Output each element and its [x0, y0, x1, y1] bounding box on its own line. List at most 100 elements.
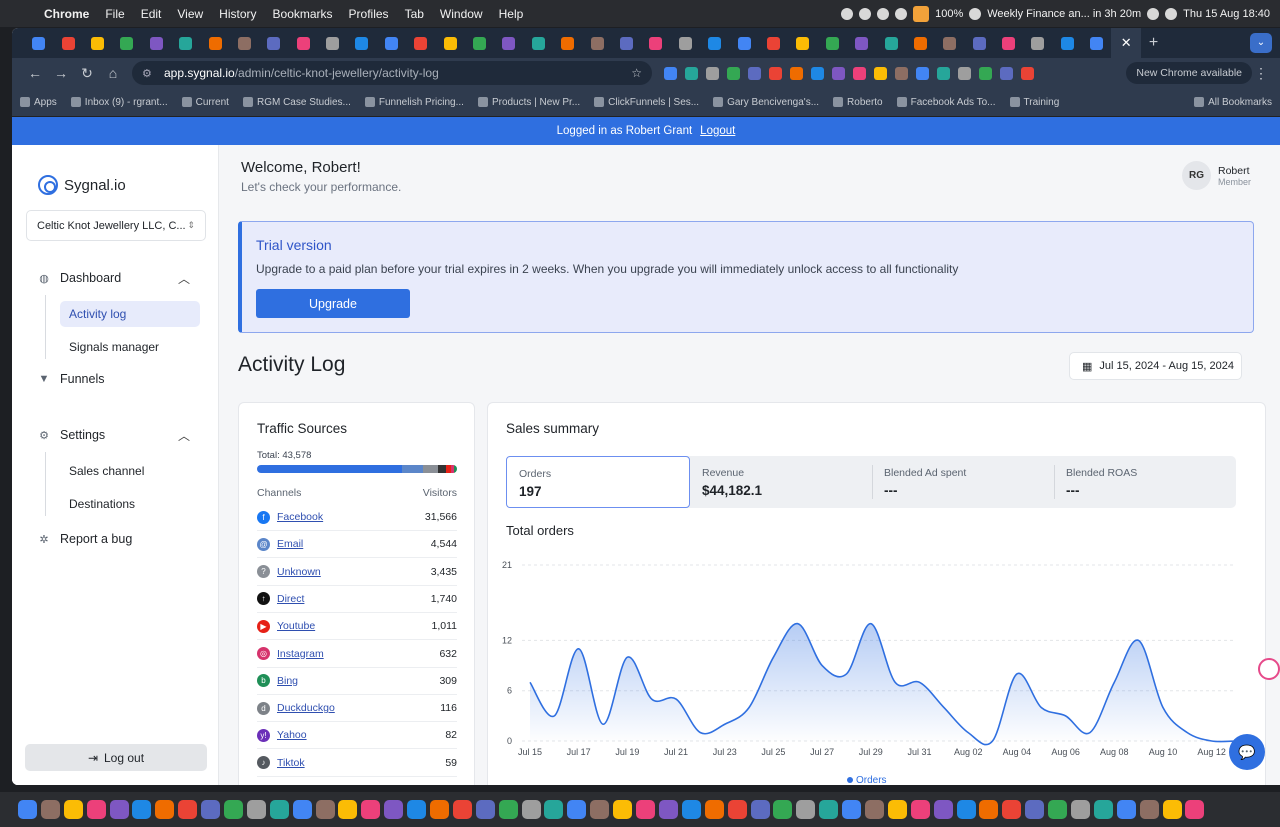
menu-view[interactable]: View	[169, 7, 211, 21]
menu-app-name[interactable]: Chrome	[36, 7, 97, 21]
dock-app-icon[interactable]	[201, 800, 221, 819]
browser-tab[interactable]	[906, 28, 935, 58]
channel-link[interactable]: Duckduckgo	[277, 702, 335, 714]
nav-settings[interactable]: ⚙ Settings ︿	[38, 428, 190, 443]
browser-tab[interactable]	[965, 28, 994, 58]
extension-icon[interactable]	[853, 66, 866, 80]
logout-link[interactable]: Logout	[700, 125, 735, 137]
channel-link[interactable]: Instagram	[277, 648, 324, 660]
nav-funnels[interactable]: ▼ Funnels	[38, 372, 105, 386]
dock-app-icon[interactable]	[521, 800, 541, 819]
browser-tab[interactable]	[83, 28, 112, 58]
new-tab-icon[interactable]: +	[1149, 34, 1158, 52]
menu-window[interactable]: Window	[432, 7, 491, 21]
site-info-icon[interactable]: ⚙	[142, 67, 156, 80]
home-icon[interactable]: ⌂	[100, 65, 126, 81]
chevron-up-icon[interactable]: ︿	[178, 427, 190, 444]
brand[interactable]: Sygnal.io	[38, 175, 126, 195]
dock-app-icon[interactable]	[155, 800, 175, 819]
browser-tab[interactable]	[406, 28, 435, 58]
dock-app-icon[interactable]	[361, 800, 381, 819]
extension-icon[interactable]	[727, 66, 740, 80]
channel-link[interactable]: Bing	[277, 675, 298, 687]
bookmark-item[interactable]: RGM Case Studies...	[242, 97, 351, 108]
metric-revenue[interactable]: Revenue $44,182.1	[690, 456, 872, 508]
browser-tab[interactable]	[494, 28, 523, 58]
dock-app-icon[interactable]	[86, 800, 106, 819]
dock-app-icon[interactable]	[269, 800, 289, 819]
browser-tab[interactable]	[994, 28, 1023, 58]
logout-button[interactable]: ⇥ Log out	[25, 744, 207, 771]
browser-tab[interactable]	[818, 28, 847, 58]
dock-app-icon[interactable]	[407, 800, 427, 819]
clickup-extension-icon[interactable]	[1258, 658, 1280, 680]
dock-app-icon[interactable]	[498, 800, 518, 819]
dock-app-icon[interactable]	[658, 800, 678, 819]
dock-app-icon[interactable]	[1048, 800, 1068, 819]
metric-ad-spent[interactable]: Blended Ad spent ---	[872, 456, 1054, 508]
menu-edit[interactable]: Edit	[133, 7, 170, 21]
browser-tab[interactable]	[142, 28, 171, 58]
extension-icon[interactable]	[832, 66, 845, 80]
dock-app-icon[interactable]	[1025, 800, 1045, 819]
close-tab-icon[interactable]: ✕	[1121, 35, 1132, 51]
metric-orders[interactable]: Orders 197	[506, 456, 690, 508]
dock-app-icon[interactable]	[430, 800, 450, 819]
dock-app-icon[interactable]	[452, 800, 472, 819]
dock-app-icon[interactable]	[475, 800, 495, 819]
dock-app-icon[interactable]	[704, 800, 724, 819]
browser-tab[interactable]	[847, 28, 876, 58]
dock-app-icon[interactable]	[819, 800, 839, 819]
dock-app-icon[interactable]	[567, 800, 587, 819]
dock-app-icon[interactable]	[773, 800, 793, 819]
dock-app-icon[interactable]	[864, 800, 884, 819]
clock[interactable]: Thu 15 Aug 18:40	[1183, 8, 1270, 20]
extension-icon[interactable]	[1021, 66, 1034, 80]
back-icon[interactable]: ←	[22, 65, 48, 81]
browser-tab[interactable]	[289, 28, 318, 58]
dock-app-icon[interactable]	[1162, 800, 1182, 819]
browser-tab[interactable]	[377, 28, 406, 58]
address-bar[interactable]: ⚙ app.sygnal.io/admin/celtic-knot-jewell…	[132, 61, 652, 85]
tab-search-icon[interactable]: ⌄	[1250, 33, 1272, 53]
menu-profiles[interactable]: Profiles	[341, 7, 397, 21]
forward-icon[interactable]: →	[48, 65, 74, 81]
volume-icon[interactable]	[1147, 7, 1160, 20]
channel-link[interactable]: Youtube	[277, 620, 315, 632]
browser-tab[interactable]	[700, 28, 729, 58]
dock-app-icon[interactable]	[750, 800, 770, 819]
dock-app-icon[interactable]	[292, 800, 312, 819]
browser-tab[interactable]	[318, 28, 347, 58]
browser-tab[interactable]	[53, 28, 82, 58]
nav-activity-log[interactable]: Activity log	[60, 301, 200, 327]
dock-app-icon[interactable]	[246, 800, 266, 819]
browser-tab[interactable]	[788, 28, 817, 58]
dock-app-icon[interactable]	[727, 800, 747, 819]
organization-select[interactable]: Celtic Knot Jewellery LLC, C... ⇕	[26, 210, 206, 241]
menu-bookmarks[interactable]: Bookmarks	[265, 7, 341, 21]
browser-tab[interactable]	[1082, 28, 1111, 58]
all-bookmarks[interactable]: All Bookmarks	[1194, 97, 1272, 108]
user-menu[interactable]: RG Robert Member	[1182, 161, 1251, 190]
browser-tab[interactable]	[259, 28, 288, 58]
browser-tab[interactable]	[112, 28, 141, 58]
bookmark-item[interactable]: Products | New Pr...	[477, 97, 580, 108]
browser-tab[interactable]	[1023, 28, 1052, 58]
extension-icon[interactable]	[958, 66, 971, 80]
calendar-status[interactable]: Weekly Finance an... in 3h 20m	[987, 8, 1141, 20]
menu-help[interactable]: Help	[491, 7, 532, 21]
nav-dashboard[interactable]: ◍ Dashboard ︿	[38, 271, 190, 286]
dock-app-icon[interactable]	[1116, 800, 1136, 819]
dock-app-icon[interactable]	[40, 800, 60, 819]
nav-sales-channel[interactable]: Sales channel	[60, 458, 200, 484]
extension-icon[interactable]	[685, 66, 698, 80]
status-icon[interactable]	[841, 7, 854, 20]
browser-tab[interactable]	[230, 28, 259, 58]
status-icon[interactable]	[895, 7, 908, 20]
status-icon[interactable]	[877, 7, 890, 20]
browser-tab[interactable]	[200, 28, 229, 58]
bookmark-item[interactable]: ClickFunnels | Ses...	[594, 97, 699, 108]
microphone-icon[interactable]	[913, 5, 930, 22]
wifi-icon[interactable]	[969, 7, 982, 20]
browser-tab[interactable]	[524, 28, 553, 58]
